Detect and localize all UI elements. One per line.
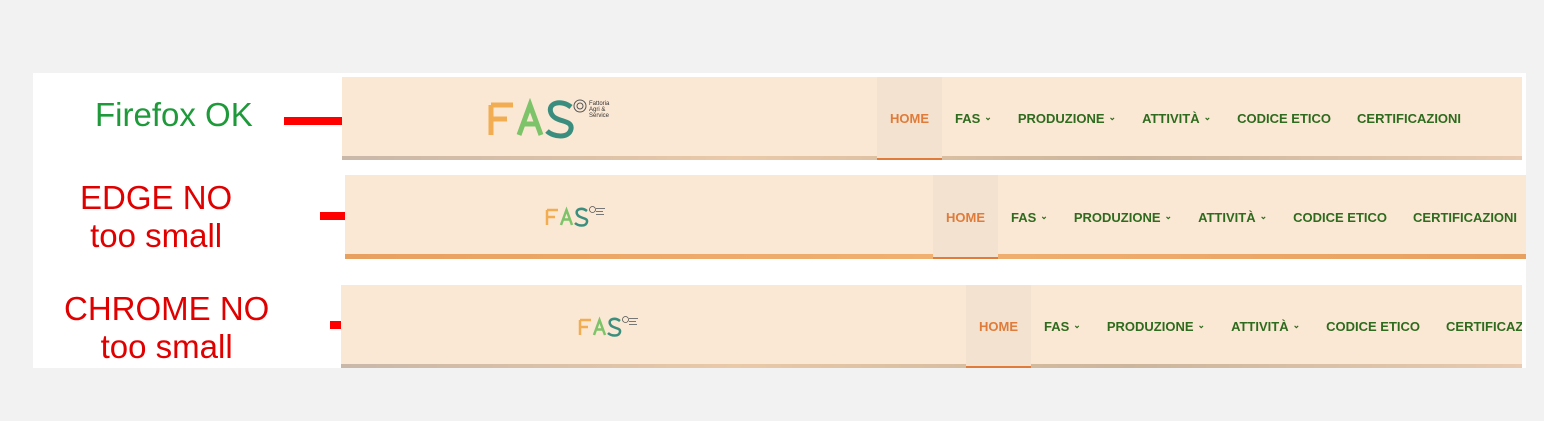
edge-caption-line2: too small	[90, 217, 223, 254]
nav-home-label: HOME	[979, 319, 1018, 334]
nav-produzione[interactable]: PRODUZIONE ⌄	[1061, 175, 1185, 259]
fas-logo[interactable]	[545, 206, 606, 227]
nav-codice-etico-label: CODICE ETICO	[1326, 319, 1421, 334]
nav-codice-etico[interactable]: CODICE ETICO	[1313, 285, 1433, 368]
main-nav: HOME FAS ⌄ PRODUZIONE ⌄ ATTIVITÀ ⌄ CODICE E…	[933, 175, 1526, 259]
firefox-caption-label: Firefox OK	[95, 96, 253, 133]
fas-logo-icon	[488, 97, 574, 139]
chevron-down-icon: ⌄	[1203, 112, 1212, 122]
chevron-down-icon: ⌄	[1073, 320, 1081, 330]
fas-logo[interactable]	[578, 316, 639, 337]
nav-attivita-label: ATTIVITÀ	[1142, 111, 1200, 126]
fas-logo-icon	[545, 206, 589, 227]
nav-fas-label: FAS	[1044, 319, 1070, 334]
chrome-caption: CHROME NO too small	[64, 290, 269, 366]
chrome-caption-line2: too small	[100, 328, 233, 365]
fas-logo-icon	[578, 316, 622, 337]
fas-logo[interactable]: Fattoria Agri & Service	[487, 97, 609, 139]
nav-codice-etico[interactable]: CODICE ETICO	[1280, 175, 1400, 259]
nav-produzione[interactable]: PRODUZIONE ⌄	[1094, 285, 1218, 368]
nav-fas-label: FAS	[1011, 209, 1037, 225]
logo-seal-icon	[589, 206, 596, 213]
nav-produzione-label: PRODUZIONE	[1017, 111, 1105, 126]
nav-produzione-label: PRODUZIONE	[1106, 319, 1194, 334]
chevron-down-icon: ⌄	[1040, 210, 1048, 221]
nav-produzione[interactable]: PRODUZIONE ⌄	[1005, 77, 1129, 160]
chevron-down-icon: ⌄	[1164, 210, 1173, 221]
nav-produzione-label: PRODUZIONE	[1073, 209, 1161, 225]
chevron-down-icon: ⌄	[984, 112, 992, 122]
nav-home[interactable]: HOME	[966, 285, 1031, 368]
chevron-down-icon: ⌄	[1197, 320, 1206, 330]
nav-certificazioni-label: CERTIFICAZIONI	[1357, 111, 1462, 126]
chrome-caption-line1: CHROME NO	[64, 290, 270, 327]
edge-caption-line1: EDGE NO	[80, 179, 233, 216]
nav-attivita-label: ATTIVITÀ	[1198, 209, 1256, 225]
logo-tagline: Fattoria Agri & Service	[589, 101, 609, 119]
chevron-down-icon: ⌄	[1108, 112, 1117, 122]
nav-attivita-label: ATTIVITÀ	[1231, 319, 1289, 334]
nav-codice-etico-label: CODICE ETICO	[1237, 111, 1332, 126]
nav-certificazioni[interactable]: CERTIFICAZIONI	[1400, 175, 1526, 259]
nav-attivita[interactable]: ATTIVITÀ ⌄	[1185, 175, 1280, 259]
main-nav: HOME FAS ⌄ PRODUZIONE ⌄ ATTIVITÀ ⌄ CODICE E…	[966, 285, 1522, 368]
chrome-header: HOME FAS ⌄ PRODUZIONE ⌄ ATTIVITÀ ⌄ CODICE E…	[341, 285, 1522, 368]
nav-fas-label: FAS	[955, 111, 981, 126]
chevron-down-icon: ⌄	[1259, 210, 1268, 221]
edge-header: HOME FAS ⌄ PRODUZIONE ⌄ ATTIVITÀ ⌄ CODICE E…	[345, 175, 1526, 259]
nav-certificazioni[interactable]: CERTIFICAZIONI	[1344, 77, 1474, 160]
nav-home[interactable]: HOME	[933, 175, 998, 259]
nav-attivita[interactable]: ATTIVITÀ ⌄	[1129, 77, 1224, 160]
firefox-caption: Firefox OK	[95, 96, 253, 134]
nav-fas[interactable]: FAS ⌄	[942, 77, 1005, 160]
nav-home-label: HOME	[890, 111, 929, 126]
logo-tagline-3: Service	[589, 113, 610, 119]
nav-certificazioni[interactable]: CERTIFICAZIONI	[1433, 285, 1522, 368]
logo-seal-icon	[622, 316, 629, 323]
nav-codice-etico[interactable]: CODICE ETICO	[1224, 77, 1344, 160]
main-nav: HOME FAS ⌄ PRODUZIONE ⌄ ATTIVITÀ ⌄ CODICE E…	[877, 77, 1474, 160]
nav-certificazioni-label: CERTIFICAZIONI	[1446, 319, 1522, 334]
nav-attivita[interactable]: ATTIVITÀ ⌄	[1218, 285, 1313, 368]
nav-fas[interactable]: FAS ⌄	[998, 175, 1061, 259]
nav-certificazioni-label: CERTIFICAZIONI	[1413, 209, 1518, 225]
logo-tagline-icon	[596, 208, 605, 215]
nav-fas[interactable]: FAS ⌄	[1031, 285, 1094, 368]
nav-home[interactable]: HOME	[877, 77, 942, 160]
nav-codice-etico-label: CODICE ETICO	[1293, 209, 1388, 225]
firefox-header: Fattoria Agri & Service HOME FAS ⌄ PRODUZ…	[342, 77, 1522, 160]
edge-caption: EDGE NO too small	[80, 179, 232, 255]
logo-tagline-icon	[629, 318, 638, 325]
logo-seal-icon	[573, 99, 587, 113]
chevron-down-icon: ⌄	[1292, 320, 1301, 330]
nav-home-label: HOME	[946, 209, 985, 225]
